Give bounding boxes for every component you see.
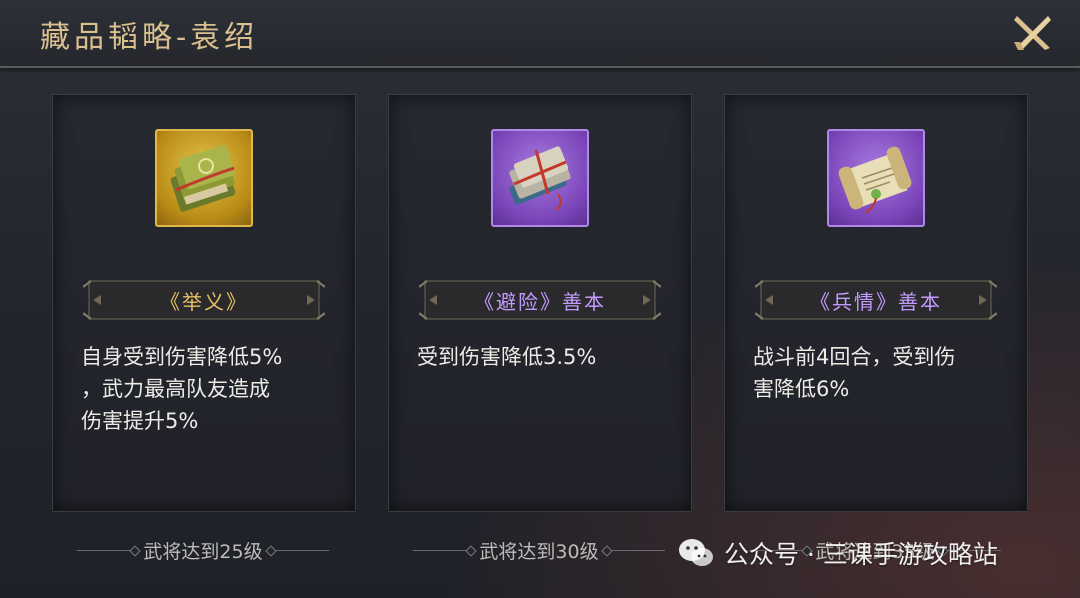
title-bar: 藏品韬略-袁绍 xyxy=(0,0,1080,68)
scroll-icon xyxy=(838,146,912,213)
divider-line xyxy=(606,549,665,551)
watermark-text: 公众号 · 三课手游攻略站 xyxy=(724,540,998,569)
collectible-icon-frame[interactable] xyxy=(155,129,253,227)
item-description: 受到伤害降低3.5% xyxy=(417,345,597,369)
close-button[interactable] xyxy=(1012,12,1054,54)
green-book-bundle-icon xyxy=(170,144,236,212)
requirement-text: 武将达到30级 xyxy=(479,540,599,563)
unlock-requirement: 武将达到30级 xyxy=(388,536,690,564)
unlock-requirement: 武将达到25级 xyxy=(52,536,354,564)
collectible-card-3[interactable]: 《兵情》善本 战斗前4回合，受到伤 害降低6% xyxy=(724,94,1028,512)
divider-line xyxy=(77,549,136,551)
item-name-banner: 《避险》善本 xyxy=(419,277,661,323)
divider-line xyxy=(413,549,472,551)
close-x-icon xyxy=(1014,16,1051,50)
item-description: 自身受到伤害降低5% ，武力最高队友造成 伤害提升5% xyxy=(81,345,283,433)
item-name-banner: 《举义》 xyxy=(83,277,325,323)
item-name: 《兵情》善本 xyxy=(810,289,942,314)
item-name-banner: 《兵情》善本 xyxy=(755,277,997,323)
collectible-icon-frame[interactable] xyxy=(491,129,589,227)
watermark: 公众号 · 三课手游攻略站 xyxy=(678,532,998,574)
item-name: 《避险》善本 xyxy=(474,289,606,314)
collectible-card-2[interactable]: 《避险》善本 受到伤害降低3.5% xyxy=(388,94,692,512)
item-description: 战斗前4回合，受到伤 害降低6% xyxy=(753,345,956,401)
item-name: 《举义》 xyxy=(160,289,248,314)
wechat-icon xyxy=(679,539,713,566)
requirement-text: 武将达到25级 xyxy=(143,540,263,563)
collectible-icon-frame[interactable] xyxy=(827,129,925,227)
grey-book-bundle-icon xyxy=(509,146,571,211)
collectible-card-1[interactable]: 《举义》 自身受到伤害降低5% ，武力最高队友造成 伤害提升5% xyxy=(52,94,356,512)
page-title: 藏品韬略-袁绍 xyxy=(40,20,259,55)
divider-line xyxy=(270,549,329,551)
